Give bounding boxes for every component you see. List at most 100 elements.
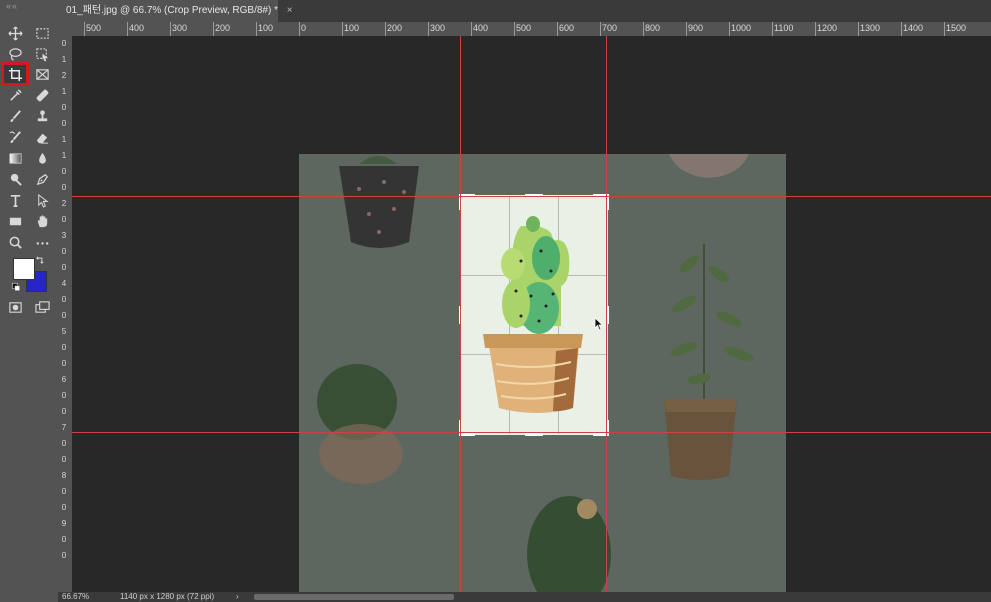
ruler-label: 1500 <box>946 23 967 33</box>
ruler-label: 1 <box>61 135 67 144</box>
foreground-color-swatch[interactable] <box>13 258 35 280</box>
ruler-label: 1300 <box>860 23 881 33</box>
guide-horizontal[interactable] <box>72 196 991 197</box>
ruler-label: 3 <box>61 231 67 240</box>
ruler-label: 5 <box>61 327 67 336</box>
tools-panel: «« <box>0 0 59 602</box>
crop-preview-box[interactable] <box>459 194 609 436</box>
crop-tool-icon[interactable] <box>1 62 29 86</box>
ruler-label: 0 <box>61 215 67 224</box>
brush-tool-icon[interactable] <box>4 107 26 125</box>
swap-colors-icon[interactable] <box>34 254 46 266</box>
ruler-label: 100 <box>258 23 274 33</box>
object-selection-tool-icon[interactable] <box>31 45 53 63</box>
guide-vertical[interactable] <box>460 36 461 592</box>
guide-horizontal[interactable] <box>72 432 991 433</box>
ruler-label: 6 <box>61 375 67 384</box>
horizontal-ruler[interactable]: 500 400 300 200 100 0 100 200 300 400 500 600 700 800… <box>72 22 991 37</box>
quick-mask-icon[interactable] <box>4 298 26 316</box>
document-tab-bar: 01_패턴.jpg @ 66.7% (Crop Preview, RGB/8#)… <box>58 0 991 22</box>
ruler-label: 0 <box>61 39 67 48</box>
hand-tool-icon[interactable] <box>31 212 53 230</box>
zoom-tool-icon[interactable] <box>4 233 26 251</box>
ruler-label: 0 <box>61 343 67 352</box>
status-bar: 66.67% 1140 px x 1280 px (72 ppi) › <box>58 592 991 602</box>
ruler-label: 0 <box>61 247 67 256</box>
ruler-origin[interactable] <box>58 22 72 36</box>
path-selection-tool-icon[interactable] <box>31 191 53 209</box>
ruler-label: 0 <box>61 391 67 400</box>
default-colors-icon[interactable] <box>10 281 22 293</box>
ruler-tick <box>342 22 343 36</box>
dark-pot-plant <box>339 156 419 248</box>
close-tab-icon[interactable]: × <box>287 5 293 16</box>
ruler-tick <box>557 22 558 36</box>
document-tab-title: 01_패턴.jpg @ 66.7% (Crop Preview, RGB/8#)… <box>66 5 278 16</box>
marquee-tool-icon[interactable] <box>31 24 53 42</box>
zoom-level[interactable]: 66.67% <box>62 592 89 602</box>
ruler-label: 0 <box>61 103 67 112</box>
ruler-label: 500 <box>516 23 532 33</box>
crop-handle-bottom[interactable] <box>525 433 543 436</box>
ruler-label: 4 <box>61 279 67 288</box>
ruler-label: 0 <box>61 119 67 128</box>
ruler-tick <box>772 22 773 36</box>
vertical-ruler[interactable]: 0 1 2 1 0 0 1 1 0 0 2 0 3 0 0 4 0 0 5 0 0 6 0 0 7 0 0 8 0 0 9 0 0 <box>58 36 73 592</box>
ruler-tick <box>643 22 644 36</box>
round-cactus <box>317 364 403 484</box>
ruler-label: 9 <box>61 519 67 528</box>
type-tool-icon[interactable] <box>4 191 26 209</box>
ruler-tick <box>729 22 730 36</box>
ruler-tick <box>385 22 386 36</box>
eyedropper-tool-icon[interactable] <box>4 86 26 104</box>
gradient-tool-icon[interactable] <box>4 149 26 167</box>
eraser-tool-icon[interactable] <box>31 128 53 146</box>
more-tools-icon[interactable] <box>31 233 53 251</box>
cactus-artwork <box>483 216 583 413</box>
frame-tool-icon[interactable] <box>31 65 53 83</box>
ruler-label: 700 <box>602 23 618 33</box>
document-tab[interactable]: 01_패턴.jpg @ 66.7% (Crop Preview, RGB/8#)… <box>58 0 293 22</box>
faded-pot-top-right <box>669 154 749 178</box>
blur-tool-icon[interactable] <box>31 149 53 167</box>
ruler-label: 800 <box>645 23 661 33</box>
ruler-tick <box>256 22 257 36</box>
ruler-label: 0 <box>61 455 67 464</box>
ruler-label: 7 <box>61 423 67 432</box>
ruler-label: 0 <box>301 23 307 33</box>
ruler-label: 0 <box>61 551 67 560</box>
ruler-label: 1000 <box>731 23 752 33</box>
ruler-label: 0 <box>61 487 67 496</box>
ruler-label: 2 <box>61 71 67 80</box>
canvas-area[interactable] <box>72 36 991 592</box>
bottom-cactus <box>527 496 611 592</box>
ruler-label: 8 <box>61 471 67 480</box>
guide-vertical[interactable] <box>606 36 607 592</box>
ruler-label: 600 <box>559 23 575 33</box>
ruler-label: 200 <box>215 23 231 33</box>
move-tool-icon[interactable] <box>4 24 26 42</box>
history-brush-tool-icon[interactable] <box>4 128 26 146</box>
ruler-label: 0 <box>61 359 67 368</box>
clone-stamp-tool-icon[interactable] <box>31 107 53 125</box>
ruler-label: 300 <box>172 23 188 33</box>
ruler-label: 0 <box>61 311 67 320</box>
ruler-label: 0 <box>61 295 67 304</box>
ruler-tick <box>858 22 859 36</box>
ruler-label: 400 <box>473 23 489 33</box>
healing-brush-tool-icon[interactable] <box>31 86 53 104</box>
ruler-label: 0 <box>61 263 67 272</box>
pen-tool-icon[interactable] <box>31 170 53 188</box>
screen-mode-icon[interactable] <box>31 298 53 316</box>
status-menu-arrow[interactable]: › <box>236 592 239 602</box>
rectangle-tool-icon[interactable] <box>4 212 26 230</box>
ruler-label: 1100 <box>774 23 794 33</box>
ruler-label: 0 <box>61 167 67 176</box>
horizontal-scrollbar[interactable] <box>254 594 454 600</box>
lasso-tool-icon[interactable] <box>4 45 26 63</box>
ruler-label: 500 <box>86 23 102 33</box>
document-size-info: 1140 px x 1280 px (72 ppi) <box>120 592 215 601</box>
ruler-label: 2 <box>61 199 67 208</box>
panel-grip[interactable]: «« <box>6 1 18 11</box>
dodge-tool-icon[interactable] <box>4 170 26 188</box>
